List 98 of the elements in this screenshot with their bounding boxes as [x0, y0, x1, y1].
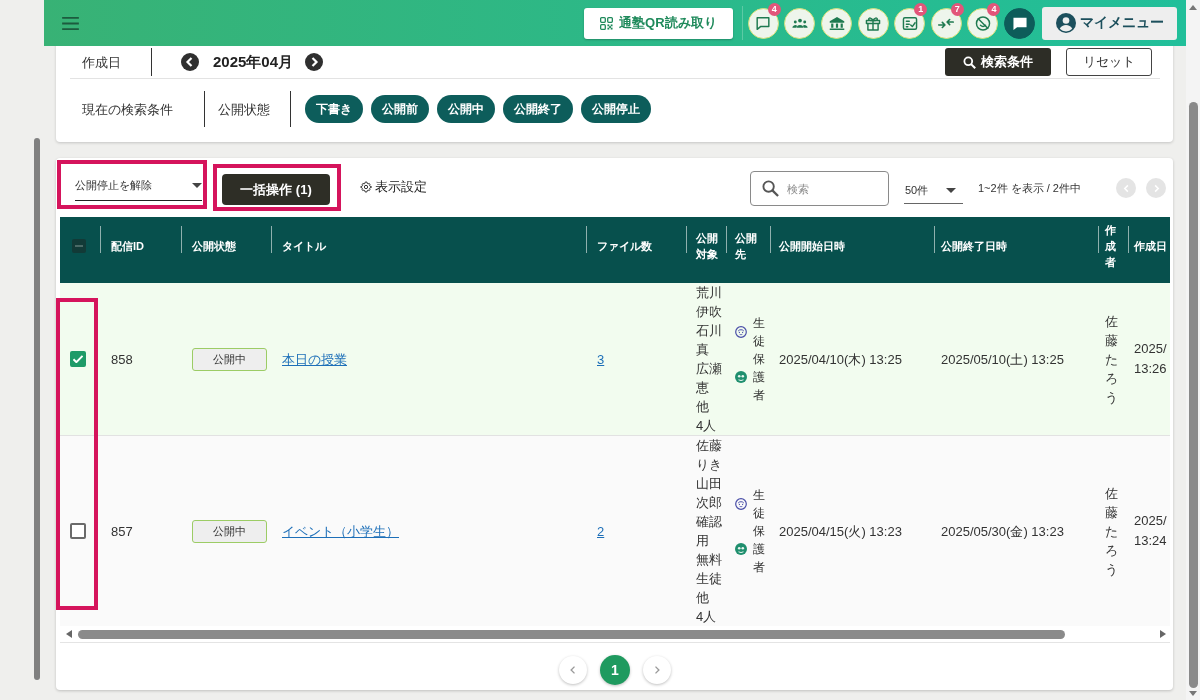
- audience-label: 保護者: [753, 523, 766, 576]
- notification-badge: 1: [914, 2, 928, 16]
- user-avatar-icon: [1055, 13, 1076, 33]
- scroll-left-icon[interactable]: [66, 630, 72, 638]
- search-conditions-button[interactable]: 検索条件: [945, 48, 1051, 76]
- column-header: 公開対象: [696, 231, 719, 262]
- gift-box-icon: [865, 15, 882, 31]
- bank-building-button[interactable]: [821, 7, 853, 39]
- table-cell-text: 2025/04/15(火) 13:23: [779, 522, 902, 541]
- page-size-select[interactable]: 50件: [904, 178, 963, 204]
- recipient-name: 荒川伊吹: [696, 284, 723, 321]
- column-header: 公開先: [735, 231, 758, 262]
- column-header: 作成日: [1134, 239, 1167, 254]
- qr-scan-button[interactable]: 通塾QR読み取り: [583, 7, 733, 39]
- table-cell-text: 2025/04/10(木) 13:25: [779, 350, 902, 369]
- gear-icon: [360, 181, 372, 193]
- recipient-name: 確認用: [696, 513, 723, 550]
- recipient-name: 佐藤りき: [696, 437, 723, 474]
- recipient-name: 無料生徒: [696, 551, 723, 588]
- recipient-name: 他 4人: [696, 398, 718, 435]
- caret-icon: [946, 188, 956, 193]
- status-tag: 公開中: [192, 347, 267, 371]
- filter-chip: 公開停止: [581, 95, 651, 123]
- column-header: 公開終了日時: [941, 239, 1007, 254]
- file-count-link[interactable]: 3: [597, 349, 605, 369]
- face-filled-icon: [735, 543, 747, 555]
- scroll-down-icon[interactable]: [1189, 691, 1197, 696]
- recipient-name: 他 4人: [696, 589, 718, 626]
- column-header: ファイル数: [597, 239, 652, 254]
- chevron-right-icon[interactable]: [305, 53, 324, 71]
- status-tag: 公開中: [192, 519, 267, 543]
- qr-code-icon: [600, 16, 614, 30]
- scrollbar-thumb[interactable]: [78, 629, 1065, 639]
- scrollbar-thumb[interactable]: [34, 138, 40, 680]
- scroll-up-icon[interactable]: [1189, 5, 1197, 10]
- row-checkbox[interactable]: [70, 523, 86, 539]
- scrollbar-thumb[interactable]: [1188, 102, 1198, 688]
- bulk-action-button[interactable]: 一括操作 (1): [222, 174, 330, 205]
- result-range-text: 1~2件 を表示 / 2件中: [978, 181, 1081, 196]
- search-icon: [762, 180, 779, 197]
- filter-chip: 下書き: [305, 95, 363, 123]
- people-group-button[interactable]: [784, 7, 816, 39]
- display-settings-button[interactable]: 表示設定: [360, 178, 427, 196]
- table-cell-text: 佐藤たろう: [1105, 312, 1119, 407]
- column-header: 配信ID: [111, 239, 144, 254]
- face-outline-icon: [735, 498, 747, 510]
- my-menu-button[interactable]: マイメニュー: [1042, 6, 1177, 40]
- column-header: 作成者: [1105, 223, 1117, 270]
- filter-chip: 公開前: [371, 95, 429, 123]
- caret-icon: [192, 182, 202, 188]
- notification-badge: 7: [950, 2, 964, 16]
- select-all-checkbox[interactable]: [72, 239, 86, 253]
- table-cell-text: 858: [111, 350, 133, 369]
- gift-box-button[interactable]: [857, 7, 889, 39]
- notification-badge: 4: [987, 2, 1001, 16]
- chat-bubble-icon: [1011, 15, 1028, 31]
- page-number-button[interactable]: 1: [600, 654, 630, 685]
- column-header: 公開状態: [192, 239, 236, 254]
- table-cell-text: 2025/05/10(土) 13:25: [941, 350, 1064, 369]
- month-label: 2025年04月: [213, 52, 294, 72]
- chat-bubble-button[interactable]: [1004, 7, 1035, 39]
- recipient-name: 石川真: [696, 322, 723, 359]
- audience-label: 生徒: [753, 487, 766, 522]
- bank-building-icon: [828, 15, 845, 31]
- column-header: 公開開始日時: [779, 239, 845, 254]
- menu-icon[interactable]: [62, 16, 79, 30]
- search-field[interactable]: 検索: [750, 171, 889, 206]
- notification-badge: 4: [767, 2, 781, 16]
- field-label: 公開状態: [218, 101, 270, 117]
- table-cell-text: 857: [111, 522, 133, 541]
- slashed-circle-icon: [974, 15, 991, 31]
- title-link[interactable]: イベント（小学生）: [282, 521, 399, 541]
- column-header: タイトル: [282, 239, 326, 254]
- face-filled-icon: [735, 371, 747, 383]
- scroll-right-icon[interactable]: [1160, 630, 1166, 638]
- filter-chip: 公開中: [437, 95, 495, 123]
- check-icon: [73, 355, 83, 363]
- conditions-label: 現在の検索条件: [82, 101, 173, 117]
- chevron-left-icon[interactable]: [181, 53, 199, 71]
- recipient-name: 山田次郎: [696, 475, 723, 512]
- face-outline-icon: [735, 326, 747, 338]
- file-count-link[interactable]: 2: [597, 521, 605, 541]
- table-cell-text: 2025/ 13:26: [1134, 340, 1168, 378]
- checklist-icon: [901, 15, 918, 31]
- recipient-name: 広瀬恵: [696, 360, 723, 397]
- field-label: 作成日: [82, 54, 121, 70]
- title-link[interactable]: 本日の授業: [282, 349, 347, 369]
- filter-chip: 公開終了: [503, 95, 573, 123]
- audience-label: 生徒: [753, 315, 766, 350]
- audience-label: 保護者: [753, 351, 766, 404]
- table-cell-text: 佐藤たろう: [1105, 484, 1119, 579]
- row-checkbox[interactable]: [70, 351, 86, 367]
- table-cell-text: 2025/05/30(金) 13:23: [941, 522, 1064, 541]
- bulk-action-select[interactable]: 公開停止を解除: [75, 170, 202, 201]
- table-cell-text: 2025/ 13:24: [1134, 512, 1168, 550]
- search-icon: [963, 55, 976, 69]
- reset-button[interactable]: リセット: [1066, 48, 1152, 76]
- speech-bubble-icon: [755, 15, 772, 31]
